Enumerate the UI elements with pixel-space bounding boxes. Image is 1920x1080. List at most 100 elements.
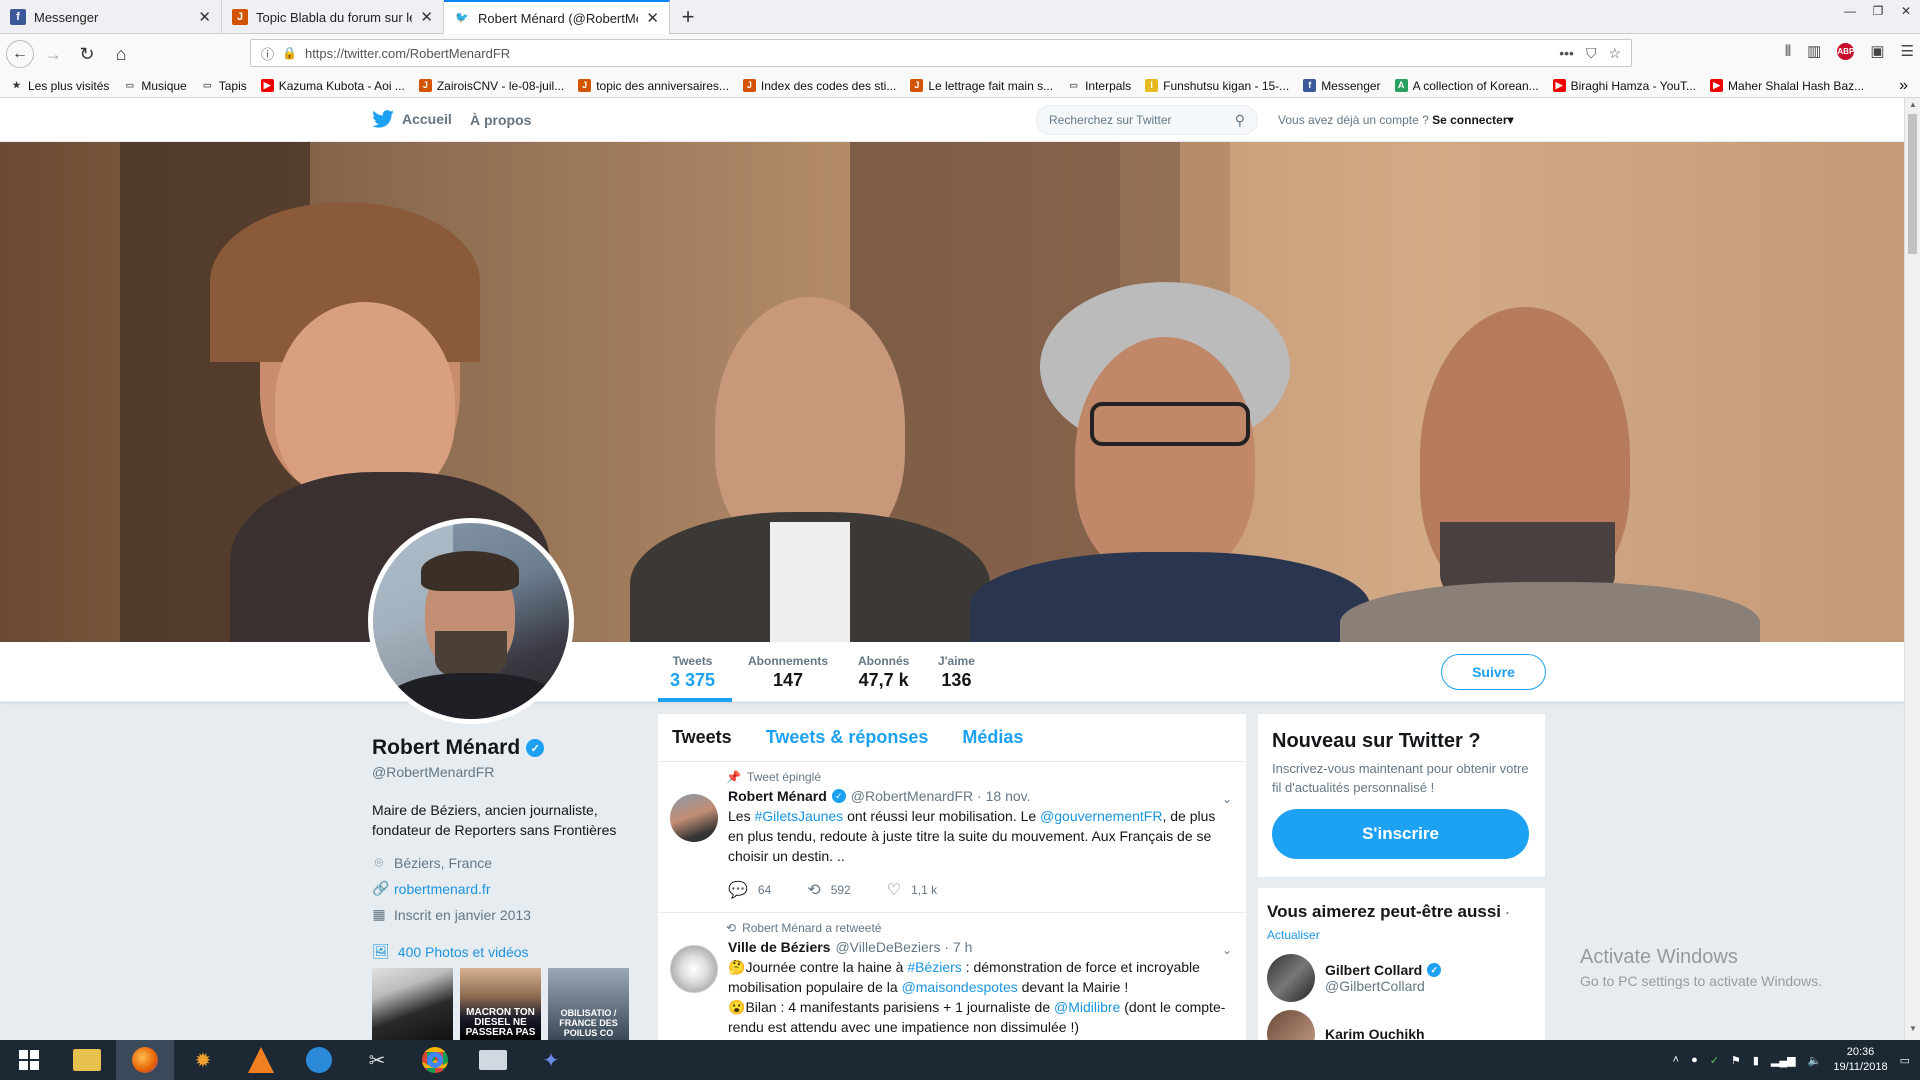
- profile-handle[interactable]: @RobertMenardFR: [372, 764, 632, 780]
- forward-icon[interactable]: →: [38, 39, 68, 69]
- file-explorer-icon[interactable]: [58, 1040, 116, 1080]
- tab-tweets[interactable]: Tweets: [672, 727, 732, 748]
- bookmark-item[interactable]: A A collection of Korean...: [1394, 79, 1539, 93]
- bookmark-item[interactable]: ▶ Biraghi Hamza - YouT...: [1552, 79, 1696, 93]
- signup-button[interactable]: S'inscrire: [1272, 809, 1529, 859]
- avatar[interactable]: [1267, 954, 1315, 1002]
- login-link[interactable]: Se connecter: [1432, 113, 1507, 127]
- url-text[interactable]: https://twitter.com/RobertMenardFR: [305, 46, 1551, 61]
- back-icon[interactable]: ←: [6, 40, 34, 68]
- bookmark-item[interactable]: Jtopic des anniversaires...: [578, 79, 729, 93]
- tab-media[interactable]: Médias: [962, 727, 1023, 748]
- close-icon[interactable]: ✕: [198, 8, 211, 26]
- tab-forum[interactable]: J Topic Blabla du forum sur le fo ✕: [222, 0, 444, 34]
- dropdown-caret-icon[interactable]: ▾: [1508, 113, 1514, 127]
- battery-icon[interactable]: ▮: [1753, 1054, 1759, 1067]
- tweet-author[interactable]: Ville de Béziers: [728, 939, 830, 955]
- bookmark-item[interactable]: J Index des codes des sti...: [742, 79, 896, 93]
- page-scrollbar[interactable]: ▲ ▼: [1904, 98, 1920, 1040]
- app-icon[interactable]: ✹: [174, 1040, 232, 1080]
- volume-icon[interactable]: 🔈: [1808, 1054, 1822, 1067]
- new-tab-button[interactable]: +: [670, 0, 706, 34]
- stat-following[interactable]: Abonnements 147: [748, 654, 828, 691]
- stat-followers[interactable]: Abonnés 47,7 k: [858, 654, 909, 691]
- tweet-author[interactable]: Robert Ménard: [728, 788, 827, 804]
- adblock-icon[interactable]: ABP: [1837, 42, 1855, 60]
- chevron-down-icon[interactable]: ⌄: [1222, 943, 1232, 957]
- scroll-down-icon[interactable]: ▼: [1905, 1024, 1920, 1038]
- restore-icon[interactable]: ❐: [1864, 0, 1892, 22]
- info-icon[interactable]: ⓘ: [261, 44, 274, 63]
- keyboard-app-icon[interactable]: [464, 1040, 522, 1080]
- bookmark-item[interactable]: f Messenger: [1303, 79, 1381, 93]
- like-button[interactable]: ♡ 1,1 k: [887, 880, 937, 900]
- stat-likes[interactable]: J'aime 136: [938, 654, 975, 691]
- user-name[interactable]: Gilbert Collard: [1325, 962, 1422, 978]
- tweet-avatar[interactable]: [670, 794, 718, 842]
- reload-icon[interactable]: ↻: [72, 39, 102, 69]
- minimize-icon[interactable]: —: [1836, 0, 1864, 22]
- library-icon[interactable]: ⫴: [1785, 43, 1791, 60]
- mention-link[interactable]: @maisondespotes: [902, 979, 1018, 995]
- profile-avatar[interactable]: [368, 518, 574, 724]
- bookmark-item[interactable]: ★ Les plus visités: [10, 79, 109, 93]
- scrollbar-thumb[interactable]: [1908, 114, 1917, 254]
- suggested-user[interactable]: Gilbert Collard ✓ @GilbertCollard: [1267, 954, 1536, 1002]
- tab-tweets-replies[interactable]: Tweets & réponses: [766, 727, 929, 748]
- mention-link[interactable]: @Midilibre: [1054, 999, 1120, 1015]
- tweet-avatar[interactable]: [670, 945, 718, 993]
- bookmark-item[interactable]: J ZairoisCNV - le-08-juil...: [418, 79, 564, 93]
- tweet[interactable]: 📌 Tweet épinglé Robert Ménard ✓ @RobertM…: [658, 762, 1246, 913]
- refresh-link[interactable]: Actualiser: [1267, 928, 1536, 942]
- bookmark-item[interactable]: ▭ Interpals: [1067, 79, 1131, 93]
- about-link[interactable]: À propos: [470, 112, 531, 128]
- flag-icon[interactable]: ⚑: [1731, 1054, 1741, 1067]
- vlc-icon[interactable]: [232, 1040, 290, 1080]
- notifications-icon[interactable]: ▭: [1900, 1054, 1910, 1067]
- chevron-down-icon[interactable]: ⌄: [1222, 792, 1232, 806]
- tab-messenger[interactable]: f Messenger ✕: [0, 0, 222, 34]
- close-icon[interactable]: ✕: [646, 9, 659, 27]
- media-thumbnail[interactable]: [372, 968, 453, 1040]
- bookmark-item[interactable]: ▭ Tapis: [201, 79, 247, 93]
- media-thumbnail[interactable]: OBILISATIO / FRANCE DES POILUS CO: [548, 968, 629, 1040]
- network-icon[interactable]: ▂▄▆: [1771, 1054, 1796, 1067]
- home-link[interactable]: Accueil: [372, 110, 452, 128]
- follow-button[interactable]: Suivre: [1441, 654, 1546, 690]
- tray-app-icon[interactable]: ✓: [1710, 1054, 1719, 1067]
- page-actions-icon[interactable]: •••: [1559, 45, 1574, 62]
- windows-start-icon[interactable]: [0, 1040, 58, 1080]
- close-window-icon[interactable]: ✕: [1892, 0, 1920, 22]
- mention-link[interactable]: @gouvernementFR: [1040, 808, 1162, 824]
- sidebar-icon[interactable]: ▥: [1807, 42, 1821, 60]
- bookmark-item[interactable]: I Funshutsu kigan - 15-...: [1145, 79, 1289, 93]
- website-link[interactable]: robertmenard.fr: [394, 881, 490, 897]
- bookmark-item[interactable]: ▭ Musique: [123, 79, 187, 93]
- app-icon[interactable]: ✂: [348, 1040, 406, 1080]
- chrome-icon[interactable]: [406, 1040, 464, 1080]
- hashtag-link[interactable]: #GiletsJaunes: [754, 808, 843, 824]
- pocket-icon[interactable]: ⛉: [1586, 45, 1597, 62]
- retweet-button[interactable]: ⟲ 592: [807, 880, 850, 900]
- app-icon[interactable]: ✦: [522, 1040, 580, 1080]
- tab-twitter[interactable]: 🐦 Robert Ménard (@RobertMéna ✕: [444, 0, 670, 34]
- reply-button[interactable]: 💬 64: [728, 880, 771, 900]
- bookmark-star-icon[interactable]: ☆: [1608, 45, 1621, 62]
- firefox-icon[interactable]: [116, 1040, 174, 1080]
- bookmark-item[interactable]: J Le lettrage fait main s...: [910, 79, 1053, 93]
- app-icon[interactable]: [290, 1040, 348, 1080]
- bookmark-item[interactable]: ▶ Maher Shalal Hash Baz...: [1710, 79, 1864, 93]
- tray-app-icon[interactable]: ●: [1691, 1054, 1698, 1066]
- scroll-up-icon[interactable]: ▲: [1905, 100, 1920, 114]
- more-bookmarks-icon[interactable]: »: [1899, 77, 1908, 95]
- tweet[interactable]: ⟲ Robert Ménard a retweeté Ville de Bézi…: [658, 913, 1246, 1040]
- stat-tweets[interactable]: Tweets 3 375: [670, 654, 715, 691]
- home-icon[interactable]: ⌂: [106, 39, 136, 69]
- hashtag-link[interactable]: #Béziers: [907, 959, 961, 975]
- media-thumbnail[interactable]: MACRON TON DIESEL NE PASSERA PAS: [460, 968, 541, 1040]
- extension-icon[interactable]: ▣: [1870, 42, 1884, 60]
- menu-icon[interactable]: ☰: [1901, 42, 1914, 60]
- chevron-up-icon[interactable]: ˄: [1673, 1054, 1679, 1066]
- profile-name[interactable]: Robert Ménard: [372, 736, 520, 760]
- twitter-search-input[interactable]: Recherchez sur Twitter ⚲: [1036, 105, 1258, 135]
